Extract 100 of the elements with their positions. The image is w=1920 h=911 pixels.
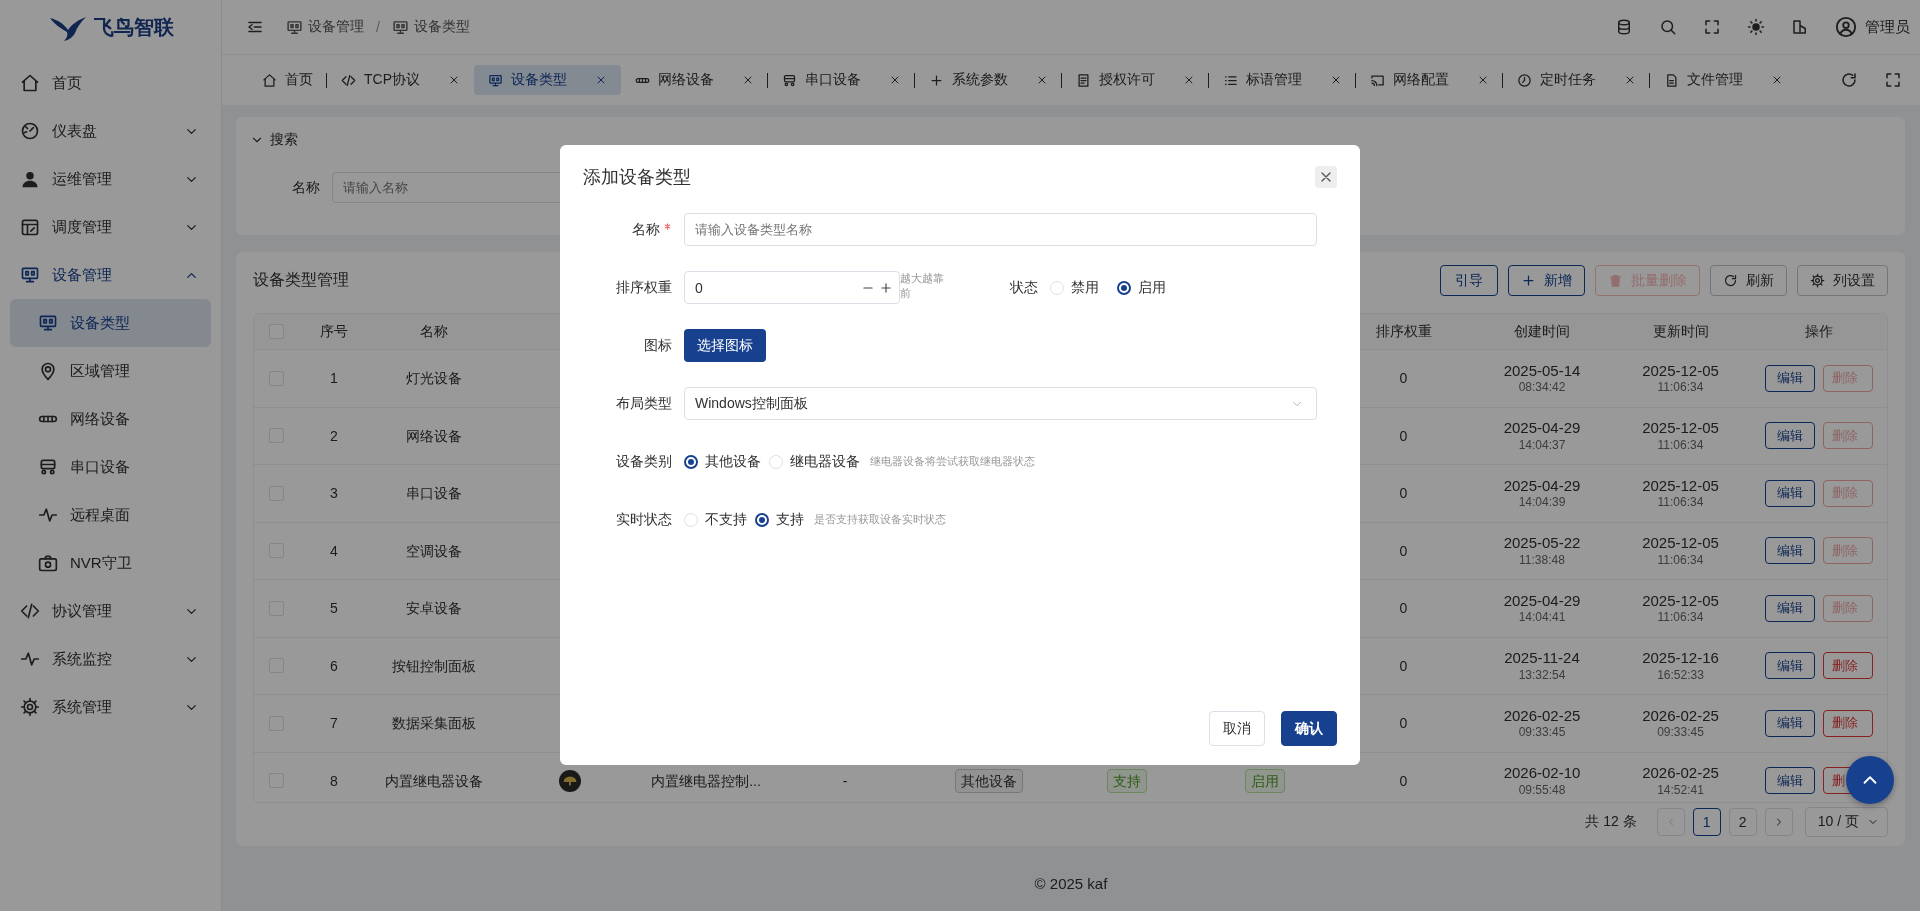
choose-icon-button[interactable]: 选择图标 [684,329,766,362]
edit-button[interactable]: 编辑 [1764,537,1815,565]
menu-item[interactable]: 系统监控 [0,635,221,683]
hint-text: 继电器设备将尝试获取继电器状态 [870,454,1035,469]
date-text: 2025-12-05 [1642,360,1719,381]
menu-item[interactable]: 协议管理 [0,587,221,635]
fullscreen-icon[interactable] [1884,71,1902,89]
delete-button[interactable]: 删除 [1822,652,1873,680]
radio-button[interactable] [755,512,769,527]
radio-option[interactable]: 禁用 [1050,278,1099,297]
menu-item[interactable]: 设备管理 [0,251,221,299]
tab[interactable]: 系统参数 [915,65,1062,95]
page-button[interactable]: 1 [1692,808,1721,836]
menu-item[interactable]: 串口设备 [10,443,211,491]
user-menu[interactable]: 管理员 [1835,16,1910,38]
close-icon[interactable] [889,74,901,86]
close-button[interactable] [1315,166,1337,188]
menu-item[interactable]: NVR守卫 [10,539,211,587]
toolbar-button[interactable]: 引导 [1440,265,1498,296]
radio-option[interactable]: 启用 [1117,278,1166,297]
edit-button[interactable]: 编辑 [1764,479,1815,507]
database-icon[interactable] [1615,18,1633,36]
menu-item[interactable]: 系统管理 [0,683,221,731]
settings-icon [20,697,40,717]
tab[interactable]: 设备类型 [474,65,621,95]
radio-option[interactable]: 其他设备 [684,452,761,471]
sun-icon[interactable] [1747,18,1765,36]
menu-item[interactable]: 首页 [0,59,221,107]
toolbar-button[interactable]: 刷新 [1710,265,1787,296]
layout-icon[interactable] [1791,18,1809,36]
layout-select[interactable]: Windows控制面板 [684,387,1317,420]
toolbar-button[interactable]: 列设置 [1797,265,1888,296]
time-text: 11:06:34 [1657,552,1704,569]
edit-button[interactable]: 编辑 [1764,422,1815,450]
menu-item[interactable]: 区域管理 [10,347,211,395]
number-field[interactable]: 0 [684,271,900,304]
monitor-icon [286,18,303,36]
radio-button[interactable] [684,454,698,469]
date-text: 2025-05-22 [1503,533,1581,553]
confirm-button[interactable]: 确认 [1281,711,1337,746]
status-tag: 启用 [1245,768,1285,793]
close-icon[interactable] [448,74,460,86]
tab[interactable]: 文件管理 [1650,65,1797,95]
table-cell: 0 [1399,599,1408,618]
edit-button[interactable]: 编辑 [1764,652,1815,680]
tab[interactable]: 首页 [248,65,327,95]
name-field[interactable]: 请输入设备类型名称 [684,213,1317,246]
close-icon[interactable] [1771,74,1783,86]
edit-button[interactable]: 编辑 [1764,709,1815,737]
tab[interactable]: 定时任务 [1503,65,1650,95]
radio-option[interactable]: 不支持 [684,510,747,529]
tab[interactable]: 网络配置 [1356,65,1503,95]
menu-item[interactable]: 远程桌面 [10,491,211,539]
delete-button[interactable]: 删除 [1822,709,1873,737]
edit-button[interactable]: 编辑 [1764,594,1815,622]
column-header: 更新时间 [1652,322,1709,341]
tab[interactable]: 串口设备 [768,65,915,95]
toolbar-button[interactable]: 新增 [1508,265,1585,296]
close-icon[interactable] [1624,74,1636,86]
radio-button[interactable] [1117,280,1131,295]
close-icon[interactable] [1477,74,1489,86]
cancel-button[interactable]: 取消 [1209,711,1265,746]
radio-option[interactable]: 支持 [755,510,804,529]
refresh-icon [1723,273,1738,288]
menu-item[interactable]: 运维管理 [0,155,221,203]
plus-icon[interactable] [879,280,893,295]
tab[interactable]: 授权许可 [1062,65,1209,95]
close-icon[interactable] [595,74,607,86]
breadcrumb-item[interactable]: 设备管理 [286,18,364,36]
menu-item[interactable]: 仪表盘 [0,107,221,155]
refresh-icon[interactable] [1840,71,1858,89]
menu-item[interactable]: 调度管理 [0,203,221,251]
menu-item[interactable]: 设备类型 [10,299,211,347]
close-icon[interactable] [742,74,754,86]
tab[interactable]: TCP协议 [327,65,474,95]
column-header: 创建时间 [1514,322,1570,341]
field-label: 布局类型 [616,394,672,413]
date-text: 2025-12-05 [1642,533,1719,553]
close-icon[interactable] [1183,74,1195,86]
page-button[interactable]: 2 [1728,808,1757,836]
table-cell: 安卓设备 [406,599,462,618]
breadcrumb-item[interactable]: 设备类型 [391,18,470,36]
date-text: 2026-02-10 [1503,763,1581,783]
fullscreen-icon[interactable] [1703,18,1721,36]
search-toggle[interactable]: 搜索 [250,131,298,149]
code-icon [20,601,40,621]
radio-option[interactable]: 继电器设备 [769,452,860,471]
column-header: 序号 [320,322,348,341]
table-cell: 3 [330,484,338,503]
search-icon[interactable] [1659,18,1677,36]
close-icon[interactable] [1330,74,1342,86]
tab[interactable]: 网络设备 [621,65,768,95]
person-icon [20,169,40,189]
tab[interactable]: 标语管理 [1209,65,1356,95]
edit-button[interactable]: 编辑 [1764,767,1815,795]
column-header: 排序权重 [1375,322,1432,341]
edit-button[interactable]: 编辑 [1764,364,1815,392]
close-icon[interactable] [1036,74,1048,86]
menu-item[interactable]: 网络设备 [10,395,211,443]
page-size-select[interactable]: 10 / 页 [1804,807,1888,837]
